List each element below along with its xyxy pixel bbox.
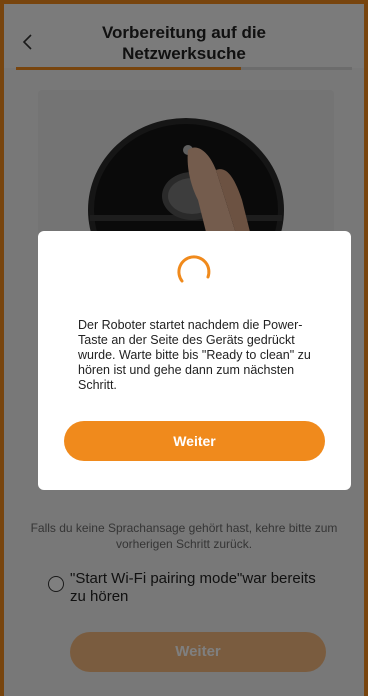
loading-dialog: Der Roboter startet nachdem die Power-Ta… (38, 231, 351, 490)
dialog-next-button[interactable]: Weiter (64, 421, 325, 461)
loading-spinner-icon (177, 255, 211, 283)
dialog-message: Der Roboter startet nachdem die Power-Ta… (78, 318, 311, 392)
